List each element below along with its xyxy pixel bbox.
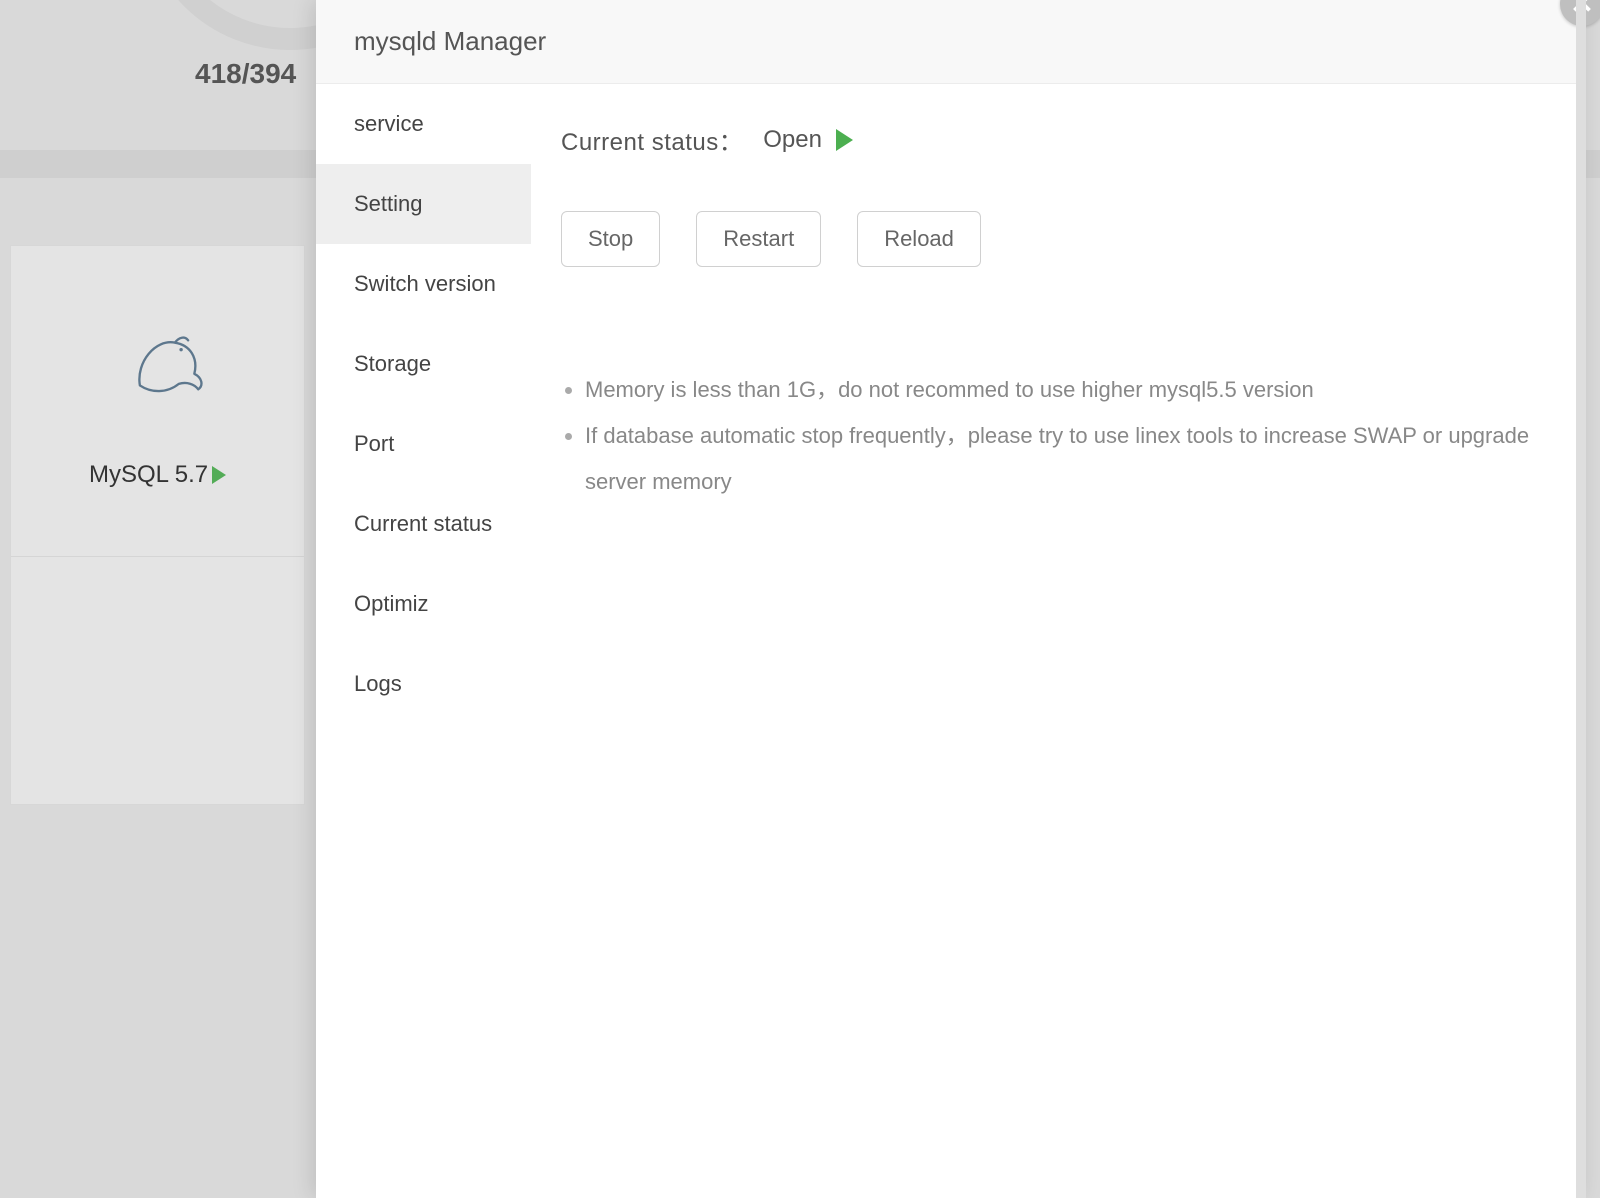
reload-button[interactable]: Reload (857, 211, 981, 267)
traffic-counter: 418/394 (195, 58, 296, 90)
sidebar-item-logs[interactable]: Logs (316, 644, 531, 724)
sidebar-item-label: Storage (354, 351, 431, 377)
play-icon (836, 129, 853, 151)
sidebar-item-port[interactable]: Port (316, 404, 531, 484)
sidebar-item-current-status[interactable]: Current status (316, 484, 531, 564)
sidebar-item-service[interactable]: service (316, 84, 531, 164)
mysql-card: MySQL 5.7 (10, 245, 305, 805)
advice-item: If database automatic stop frequently，pl… (585, 413, 1546, 505)
sidebar-item-switch-version[interactable]: Switch version (316, 244, 531, 324)
sidebar-item-label: Port (354, 431, 394, 457)
advice-list: Memory is less than 1G，do not recommed t… (561, 367, 1546, 506)
sidebar-item-setting[interactable]: Setting (316, 164, 531, 244)
mysqld-manager-modal: mysqld Manager service Setting Switch ve… (316, 0, 1586, 1198)
play-icon (212, 466, 226, 484)
mysql-version-text: MySQL 5.7 (89, 461, 208, 489)
restart-button[interactable]: Restart (696, 211, 821, 267)
sidebar-item-label: Optimiz (354, 591, 429, 617)
card-divider (11, 556, 304, 557)
sidebar-item-label: Setting (354, 191, 423, 217)
status-row: Current status： Open (561, 122, 1546, 157)
settings-content: Current status： Open Stop Restart Reload… (531, 84, 1586, 1198)
advice-item: Memory is less than 1G，do not recommed t… (585, 367, 1546, 413)
sidebar-item-label: service (354, 111, 424, 137)
status-label: Current status： (561, 122, 743, 157)
scrollbar-track[interactable] (1576, 0, 1586, 1198)
sidebar-item-label: Current status (354, 511, 492, 537)
sidebar-item-optimiz[interactable]: Optimiz (316, 564, 531, 644)
settings-sidebar: service Setting Switch version Storage P… (316, 84, 531, 1198)
service-buttons: Stop Restart Reload (561, 211, 1546, 267)
status-value: Open (763, 126, 822, 154)
sidebar-item-label: Logs (354, 671, 402, 697)
sidebar-item-label: Switch version (354, 271, 496, 297)
mysql-dolphin-icon (131, 331, 211, 401)
mysql-version-label: MySQL 5.7 (89, 461, 226, 489)
modal-title: mysqld Manager (316, 0, 1586, 84)
sidebar-item-storage[interactable]: Storage (316, 324, 531, 404)
stop-button[interactable]: Stop (561, 211, 660, 267)
